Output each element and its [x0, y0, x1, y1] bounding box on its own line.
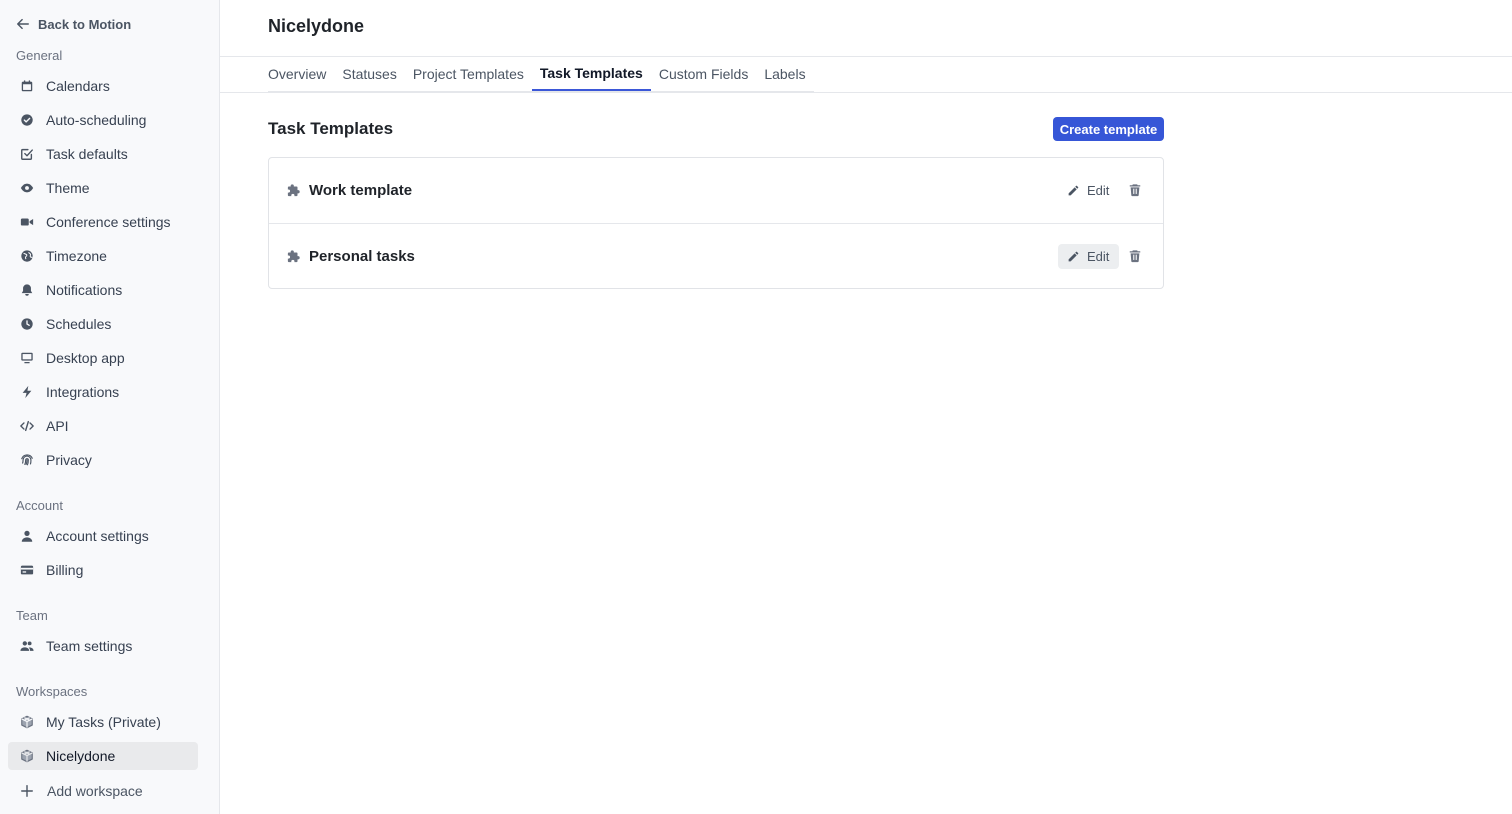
sidebar-item-label: Privacy	[46, 452, 92, 468]
user-icon	[19, 528, 35, 544]
sidebar-item-integrations[interactable]: Integrations	[8, 378, 198, 406]
plus-icon	[19, 783, 35, 799]
list-item: Personal tasks Edit	[269, 223, 1163, 288]
sidebar-item-label: Billing	[46, 562, 84, 578]
sidebar-item-label: Desktop app	[46, 350, 125, 366]
sidebar-item-label: Timezone	[46, 248, 107, 264]
edit-label: Edit	[1087, 249, 1110, 264]
section-title-general: General	[16, 48, 63, 63]
sidebar-item-account-settings[interactable]: Account settings	[8, 522, 198, 550]
section-title-workspaces: Workspaces	[16, 684, 88, 699]
template-name: Personal tasks	[309, 247, 415, 265]
sidebar-item-my-tasks-private[interactable]: My Tasks (Private)	[8, 708, 198, 736]
sidebar-item-team-settings[interactable]: Team settings	[8, 632, 198, 660]
back-to-motion-label: Back to Motion	[38, 16, 132, 32]
sidebar-item-schedules[interactable]: Schedules	[8, 310, 198, 338]
users-icon	[19, 638, 35, 654]
section-title-account: Account	[16, 498, 63, 513]
sidebar-item-task-defaults[interactable]: Task defaults	[8, 140, 198, 168]
tab-statuses[interactable]: Statuses	[334, 57, 404, 91]
lightning-icon	[19, 384, 35, 400]
sidebar-item-label: Conference settings	[46, 214, 171, 230]
create-template-button[interactable]: Create template	[1053, 117, 1164, 141]
sidebar-item-nicelydone[interactable]: Nicelydone	[8, 742, 198, 770]
add-workspace-label: Add workspace	[47, 783, 143, 799]
sidebar-item-desktop-app[interactable]: Desktop app	[8, 344, 198, 372]
cube-icon	[19, 748, 35, 764]
tab-custom-fields[interactable]: Custom Fields	[651, 57, 756, 91]
settings-sidebar: Back to Motion General Calendars Auto-sc…	[0, 0, 220, 814]
main-content: Nicelydone Overview Statuses Project Tem…	[220, 0, 1512, 814]
sidebar-item-label: Notifications	[46, 282, 123, 298]
fingerprint-icon	[19, 452, 35, 468]
tabs-divider	[220, 92, 1512, 93]
workspace-tabs: Overview Statuses Project Templates Task…	[268, 57, 814, 92]
tab-project-templates[interactable]: Project Templates	[405, 57, 532, 91]
eye-icon	[19, 180, 35, 196]
sidebar-item-label: My Tasks (Private)	[46, 714, 161, 730]
clock-icon	[19, 316, 35, 332]
page-title: Nicelydone	[268, 16, 365, 36]
puzzle-icon	[287, 184, 300, 197]
sidebar-item-label: Integrations	[46, 384, 120, 400]
sidebar-item-label: Theme	[46, 180, 90, 196]
template-name: Work template	[309, 182, 413, 199]
check-circle-icon	[19, 112, 35, 128]
monitor-icon	[19, 350, 35, 366]
sidebar-item-label: Account settings	[46, 528, 149, 544]
sidebar-item-billing[interactable]: Billing	[8, 556, 198, 584]
template-list: Work template Edit Personal tasks Edit	[268, 157, 1164, 289]
back-to-motion-link[interactable]: Back to Motion	[16, 14, 131, 34]
list-item: Work template Edit	[269, 158, 1163, 223]
sidebar-item-timezone[interactable]: Timezone	[8, 242, 198, 270]
edit-button[interactable]: Edit	[1058, 178, 1119, 203]
trash-icon[interactable]	[1128, 249, 1142, 263]
bell-icon	[19, 282, 35, 298]
pencil-icon	[1068, 251, 1079, 262]
sidebar-item-conference-settings[interactable]: Conference settings	[8, 208, 198, 236]
sidebar-item-label: Calendars	[46, 78, 110, 94]
sidebar-item-privacy[interactable]: Privacy	[8, 446, 198, 474]
sidebar-item-api[interactable]: API	[8, 412, 198, 440]
video-icon	[19, 214, 35, 230]
sidebar-item-label: Team settings	[46, 638, 133, 654]
tab-task-templates[interactable]: Task Templates	[531, 57, 651, 91]
sidebar-item-label: Auto-scheduling	[46, 112, 147, 128]
checkbox-icon	[19, 146, 35, 162]
trash-icon[interactable]	[1128, 183, 1142, 197]
tab-labels[interactable]: Labels	[756, 57, 813, 91]
edit-label: Edit	[1087, 183, 1110, 198]
section-title: Task Templates	[268, 119, 394, 138]
arrow-left-icon	[17, 18, 29, 30]
credit-card-icon	[19, 562, 35, 578]
puzzle-icon	[287, 250, 300, 263]
edit-button[interactable]: Edit	[1058, 244, 1119, 269]
pencil-icon	[1068, 185, 1079, 196]
sidebar-item-label: API	[46, 418, 69, 434]
sidebar-item-theme[interactable]: Theme	[8, 174, 198, 202]
sidebar-item-label: Nicelydone	[46, 748, 116, 764]
sidebar-item-label: Task defaults	[46, 146, 128, 162]
cube-icon	[19, 714, 35, 730]
sidebar-item-auto-scheduling[interactable]: Auto-scheduling	[8, 106, 198, 134]
code-icon	[19, 418, 35, 434]
section-title-team: Team	[16, 608, 48, 623]
sidebar-item-label: Schedules	[46, 316, 112, 332]
calendar-icon	[19, 78, 35, 94]
globe-icon	[19, 248, 35, 264]
tab-overview[interactable]: Overview	[268, 57, 334, 91]
sidebar-item-calendars[interactable]: Calendars	[8, 72, 198, 100]
sidebar-item-notifications[interactable]: Notifications	[8, 276, 198, 304]
add-workspace-button[interactable]: Add workspace	[8, 777, 198, 805]
